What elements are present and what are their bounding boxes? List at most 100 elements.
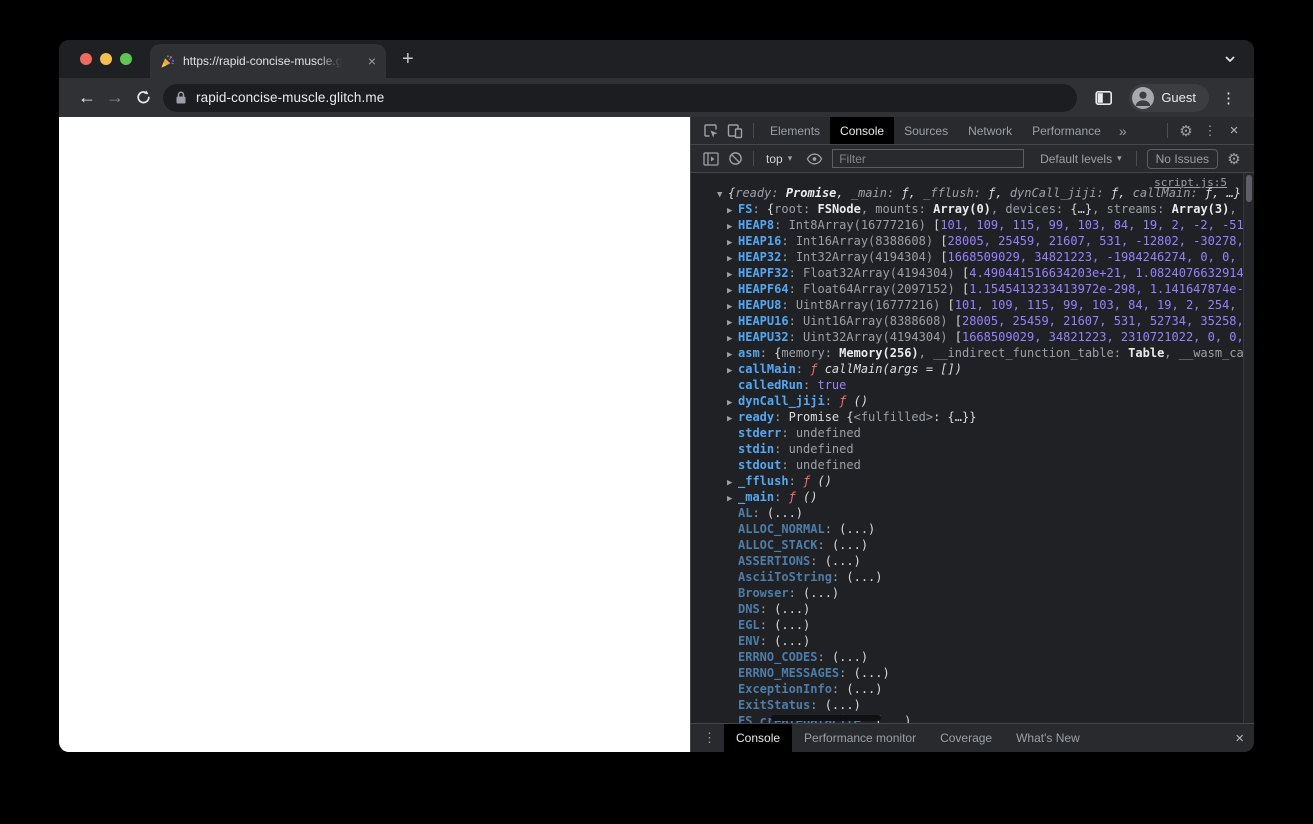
- console-token: ASSERTIONS: [738, 554, 811, 568]
- more-tabs-icon[interactable]: »: [1111, 123, 1135, 139]
- expand-arrow-icon[interactable]: ▶: [727, 251, 738, 265]
- divider: [1135, 151, 1137, 166]
- console-sidebar-icon[interactable]: [699, 147, 723, 171]
- no-issues-button[interactable]: No Issues: [1146, 148, 1218, 169]
- console-token: ALLOC_NORMAL: [738, 522, 825, 536]
- drawer-close-icon[interactable]: ×: [1235, 730, 1244, 747]
- drawer-tab-performance-monitor[interactable]: Performance monitor: [792, 724, 928, 752]
- close-window-button[interactable]: [80, 53, 92, 65]
- device-toolbar-icon[interactable]: [723, 119, 747, 143]
- console-token: (): [817, 474, 832, 488]
- expand-arrow-icon[interactable]: ▶: [727, 315, 738, 329]
- console-token: :: [788, 330, 804, 344]
- console-token: HEAPU8: [738, 298, 782, 312]
- new-tab-button[interactable]: +: [402, 48, 414, 71]
- expand-arrow-icon[interactable]: ▶: [727, 267, 738, 281]
- reload-button[interactable]: [129, 89, 157, 106]
- devtools-menu-kebab-icon[interactable]: ⋮: [1198, 119, 1222, 143]
- devtools-tab-network[interactable]: Network: [958, 117, 1022, 144]
- vertical-scrollbar-thumb[interactable]: [1246, 175, 1252, 202]
- filter-input[interactable]: [832, 149, 1025, 168]
- console-token: :: [781, 234, 796, 248]
- clear-console-icon[interactable]: [723, 147, 747, 171]
- side-panel-button[interactable]: [1089, 90, 1119, 106]
- expand-arrow-icon[interactable]: ▶: [727, 395, 738, 409]
- profile-button[interactable]: Guest: [1129, 83, 1209, 112]
- drawer-tab-coverage[interactable]: Coverage: [928, 724, 1004, 752]
- console-token: [779, 186, 786, 200]
- console-token: , next:: [1229, 202, 1243, 216]
- devtools-tab-console[interactable]: Console: [830, 117, 895, 144]
- expand-arrow-icon[interactable]: ▶: [727, 491, 738, 505]
- devtools-tab-performance[interactable]: Performance: [1022, 117, 1111, 144]
- minimize-window-button[interactable]: [100, 53, 112, 65]
- expand-arrow-icon[interactable]: ▶: [727, 363, 738, 377]
- tab-close-icon[interactable]: ×: [368, 54, 376, 68]
- webpage-viewport[interactable]: [59, 117, 690, 752]
- browser-menu-kebab-icon[interactable]: ⋮: [1217, 89, 1240, 107]
- console-token: memory:: [781, 346, 840, 360]
- console-token: :: [781, 298, 796, 312]
- fullscreen-window-button[interactable]: [120, 53, 132, 65]
- forward-button[interactable]: →: [101, 87, 129, 108]
- console-row: ▶ HEAPF64: Float64Array(2097152) [1.15454…: [691, 281, 1243, 297]
- console-token: <fulfilled>: [853, 410, 934, 424]
- browser-tab[interactable]: https://rapid-concise-muscle.g ×: [150, 44, 386, 78]
- devtools-tab-elements[interactable]: Elements: [760, 117, 830, 144]
- console-token: undefined: [795, 458, 861, 472]
- drawer-menu-kebab-icon[interactable]: ⋮: [695, 730, 724, 746]
- console-token: HEAPF32: [738, 266, 789, 280]
- horizontal-scrollbar-thumb[interactable]: [771, 715, 881, 721]
- vertical-scrollbar[interactable]: [1243, 173, 1254, 723]
- console-token: , mounts:: [860, 202, 934, 216]
- desktop-background: https://rapid-concise-muscle.g × + ← → r…: [0, 0, 1313, 824]
- console-token: Uint32Array(4194304): [803, 330, 955, 344]
- console-token: {…}: [1070, 202, 1093, 216]
- tab-search-chevron-icon[interactable]: [1222, 51, 1238, 67]
- expand-arrow-icon[interactable]: ▶: [727, 331, 738, 345]
- console-token: stdin: [738, 442, 775, 456]
- console-token: HEAPU32: [738, 330, 789, 344]
- devtools-settings-gear-icon[interactable]: ⚙: [1174, 119, 1198, 143]
- drawer-tab-console[interactable]: Console: [724, 724, 793, 752]
- console-token: ALLOC_STACK: [738, 538, 818, 552]
- console-row: ▶ _main: ƒ (): [691, 489, 1243, 505]
- log-levels-selector[interactable]: Default levels ▾: [1032, 152, 1130, 166]
- profile-name: Guest: [1161, 90, 1196, 105]
- console-token: (...): [824, 554, 861, 568]
- console-token: FS: [738, 202, 753, 216]
- expand-arrow-icon[interactable]: ▶: [727, 203, 738, 217]
- url-text: rapid-concise-muscle.glitch.me: [196, 90, 385, 105]
- expand-arrow-icon[interactable]: ▶: [727, 475, 738, 489]
- devtools-tab-sources[interactable]: Sources: [894, 117, 958, 144]
- url-bar[interactable]: rapid-concise-muscle.glitch.me: [163, 83, 1078, 112]
- console-token: ƒ: [803, 474, 818, 488]
- console-token: (...): [831, 538, 869, 552]
- console-settings-gear-icon[interactable]: ⚙: [1222, 147, 1246, 171]
- console-output-area[interactable]: script.js:5 ▼ {ready: Promise, _main: ƒ, …: [691, 173, 1254, 723]
- expand-arrow-icon[interactable]: ▶: [727, 219, 738, 233]
- console-token: , __wasm_call_ctors:: [1164, 346, 1243, 360]
- log-levels-label: Default levels: [1040, 151, 1113, 166]
- context-selector[interactable]: top ▾: [760, 152, 798, 166]
- expand-arrow-icon[interactable]: ▼: [717, 187, 728, 201]
- inspect-element-icon[interactable]: [699, 119, 723, 143]
- chevron-down-icon: ▾: [1117, 153, 1122, 163]
- console-token: dynCall_jiji: [738, 394, 825, 408]
- expand-arrow-icon[interactable]: ▶: [727, 283, 738, 297]
- chevron-down-icon: ▾: [787, 153, 793, 163]
- console-token: ERRNO_MESSAGES: [738, 666, 840, 680]
- back-button[interactable]: ←: [73, 87, 101, 108]
- drawer-tab-what-s-new[interactable]: What's New: [1004, 724, 1092, 752]
- expand-arrow-icon[interactable]: ▶: [727, 235, 738, 249]
- console-token: ERRNO_CODES: [738, 650, 818, 664]
- expand-arrow-icon[interactable]: ▶: [727, 299, 738, 313]
- devtools-close-icon[interactable]: ×: [1222, 119, 1246, 143]
- expand-arrow-icon[interactable]: ▶: [727, 347, 738, 361]
- live-expression-eye-icon[interactable]: [802, 147, 826, 171]
- console-row: ▶ HEAPU16: Uint16Array(8388608) [28005, 2…: [691, 313, 1243, 329]
- console-token: Int16Array(8388608): [795, 234, 941, 248]
- console-token: , __indirect_function_table:: [918, 346, 1129, 360]
- browser-window: https://rapid-concise-muscle.g × + ← → r…: [59, 40, 1254, 752]
- expand-arrow-icon[interactable]: ▶: [727, 411, 738, 425]
